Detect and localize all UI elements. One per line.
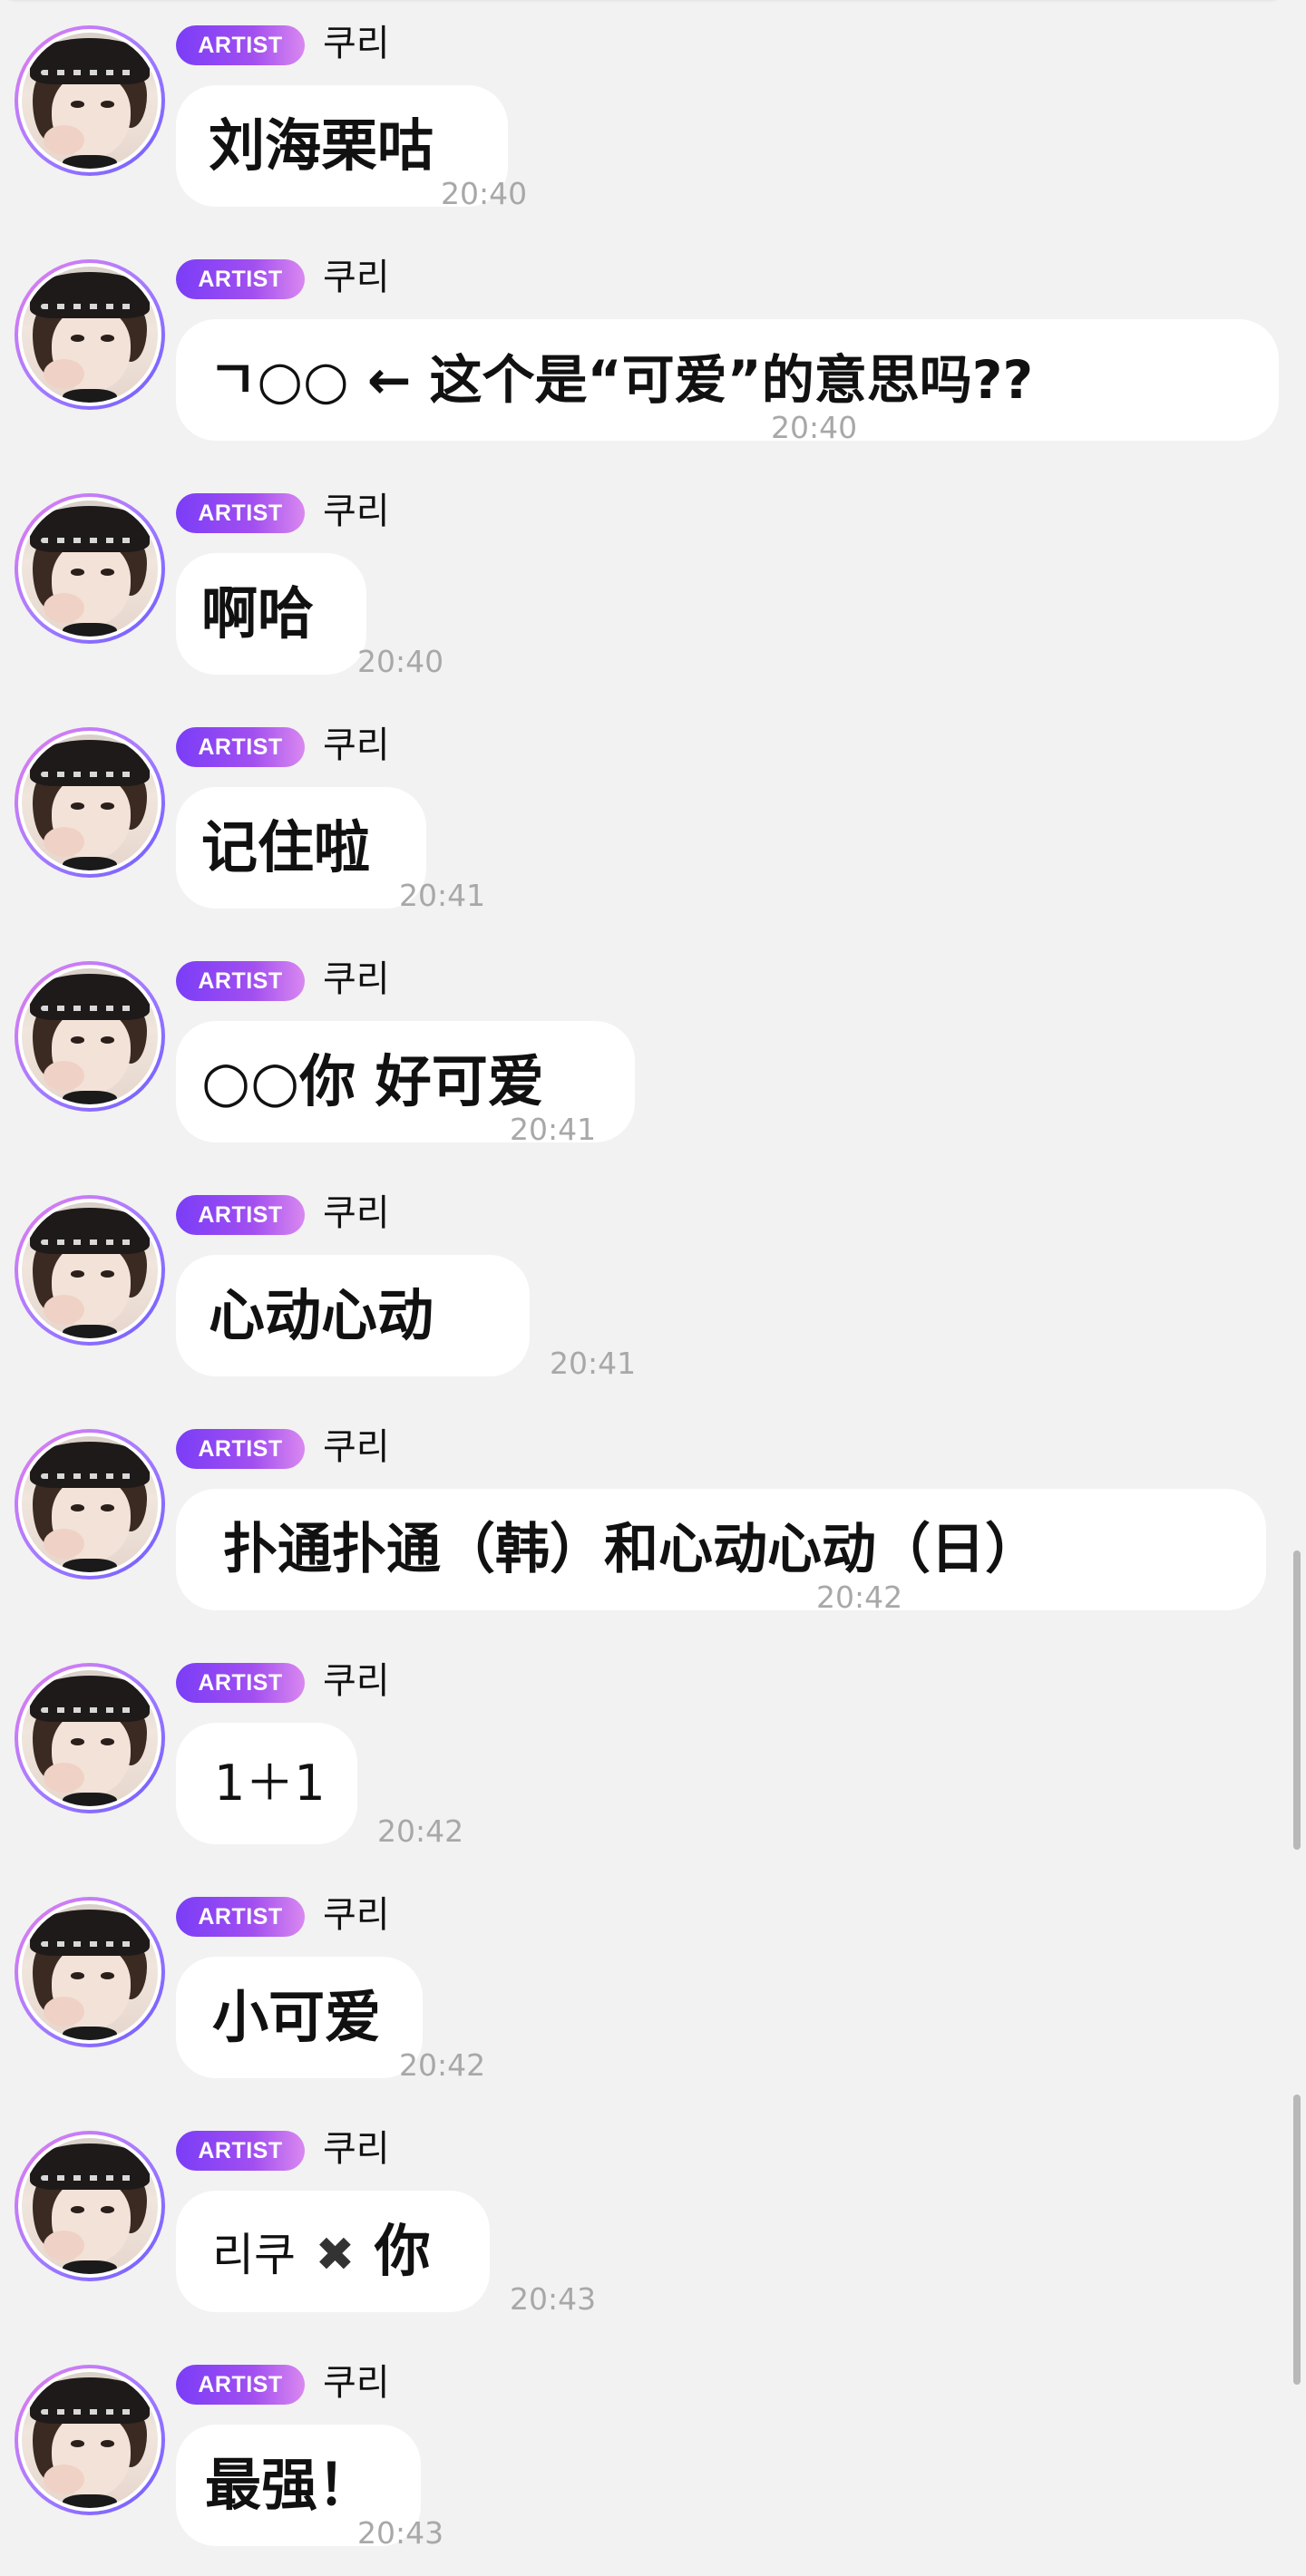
message-timestamp: 20:40 (771, 410, 858, 445)
message-text-chinese: 你 (374, 2218, 431, 2284)
chat-message: ARTIST 쿠리 扑通扑通（韩）和心动心动（日） 20:42 (0, 1404, 1306, 1638)
message-bubble[interactable]: 小可爱 (176, 1957, 423, 2078)
artist-avatar[interactable] (15, 727, 165, 878)
message-timestamp: 20:40 (357, 644, 444, 679)
chat-message: ARTIST 쿠리 ○○你 好可爱 20:41 (0, 936, 1306, 1170)
sender-name: 쿠리 (323, 1660, 390, 1702)
message-timestamp: 20:42 (816, 1580, 903, 1615)
chat-message: ARTIST 쿠리 리쿠 ✖ 你 20:43 (0, 2105, 1306, 2339)
message-bubble[interactable]: 리쿠 ✖ 你 (176, 2191, 490, 2312)
artist-badge: ARTIST (176, 259, 305, 299)
artist-badge: ARTIST (176, 1195, 305, 1235)
message-timestamp: 20:43 (510, 2281, 597, 2317)
chat-message: ARTIST 쿠리 啊哈 20:40 (0, 468, 1306, 702)
sender-name: 쿠리 (323, 491, 390, 532)
message-timestamp: 20:41 (510, 1112, 597, 1147)
artist-avatar[interactable] (15, 493, 165, 644)
artist-badge: ARTIST (176, 1663, 305, 1703)
artist-avatar[interactable] (15, 1663, 165, 1813)
message-timestamp: 20:40 (441, 176, 528, 211)
sender-name: 쿠리 (323, 257, 390, 298)
message-timestamp: 20:42 (377, 1813, 464, 1849)
artist-avatar[interactable] (15, 1897, 165, 2047)
artist-badge: ARTIST (176, 25, 305, 65)
sender-name: 쿠리 (323, 1894, 390, 1936)
chat-message: ARTIST 쿠리 最强！ 20:43 (0, 2339, 1306, 2573)
scrollbar-thumb-secondary[interactable] (1293, 2095, 1301, 2385)
message-bubble[interactable]: 1＋1 (176, 1723, 357, 1844)
artist-badge: ARTIST (176, 1897, 305, 1937)
scrollbar-thumb[interactable] (1293, 1550, 1301, 1850)
chat-message: ARTIST 쿠리 刘海栗咕 20:40 (0, 0, 1306, 234)
artist-badge: ARTIST (176, 727, 305, 767)
artist-badge: ARTIST (176, 1429, 305, 1469)
chat-message: ARTIST 쿠리 小可爱 20:42 (0, 1871, 1306, 2105)
message-timestamp: 20:41 (399, 878, 486, 913)
message-timestamp: 20:42 (399, 2047, 486, 2083)
sender-name: 쿠리 (323, 2128, 390, 2170)
sender-name: 쿠리 (323, 958, 390, 1000)
message-text-korean: 리쿠 (212, 2229, 296, 2281)
artist-avatar[interactable] (15, 2365, 165, 2515)
artist-avatar[interactable] (15, 2131, 165, 2281)
artist-badge: ARTIST (176, 2365, 305, 2405)
sender-name: 쿠리 (323, 23, 390, 64)
chat-message: ARTIST 쿠리 心动心动 20:41 (0, 1170, 1306, 1404)
chat-message: ARTIST 쿠리 记住啦 20:41 (0, 702, 1306, 936)
sender-name: 쿠리 (323, 1426, 390, 1468)
cross-mark-icon: ✖ (315, 2228, 356, 2282)
artist-avatar[interactable] (15, 1195, 165, 1346)
sender-name: 쿠리 (323, 724, 390, 766)
chat-message: ARTIST 쿠리 ㄱ○○ ← 这个是“可爱”的意思吗?? 20:40 (0, 234, 1306, 468)
chat-message-list[interactable]: ARTIST 쿠리 刘海栗咕 20:40 ARTIST 쿠리 ㄱ○○ ← 这个是… (0, 0, 1306, 2573)
artist-avatar[interactable] (15, 961, 165, 1112)
sender-name: 쿠리 (323, 1192, 390, 1234)
chat-message: ARTIST 쿠리 1＋1 20:42 (0, 1638, 1306, 1871)
artist-badge: ARTIST (176, 961, 305, 1001)
message-timestamp: 20:41 (550, 1346, 637, 1381)
artist-badge: ARTIST (176, 2131, 305, 2171)
sender-name: 쿠리 (323, 2362, 390, 2404)
message-timestamp: 20:43 (357, 2515, 444, 2551)
artist-avatar[interactable] (15, 1429, 165, 1580)
artist-badge: ARTIST (176, 493, 305, 533)
artist-avatar[interactable] (15, 25, 165, 176)
message-bubble[interactable]: 啊哈 (176, 553, 366, 675)
message-bubble[interactable]: ㄱ○○ ← 这个是“可爱”的意思吗?? (176, 319, 1279, 441)
message-bubble[interactable]: 扑通扑通（韩）和心动心动（日） (176, 1489, 1266, 1610)
artist-avatar[interactable] (15, 259, 165, 410)
message-bubble[interactable]: 心动心动 (176, 1255, 530, 1376)
message-bubble[interactable]: 记住啦 (176, 787, 426, 909)
